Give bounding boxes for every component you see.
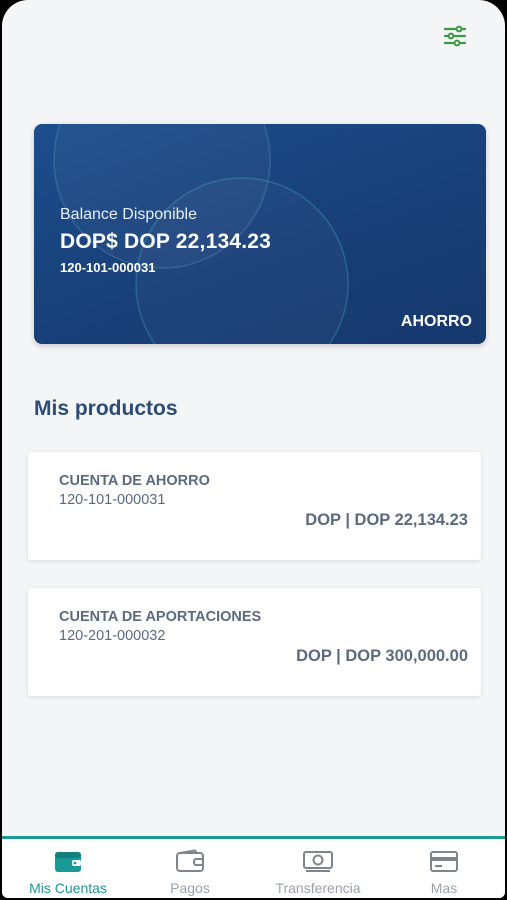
phone-frame: Balance Disponible DOP$ DOP 22,134.23 12…: [0, 0, 507, 900]
filter-button[interactable]: [440, 22, 470, 50]
nav-mis-cuentas[interactable]: Mis Cuentas: [10, 839, 126, 898]
account-type-badge: AHORRO: [400, 313, 472, 330]
nav-pagos[interactable]: Pagos: [138, 839, 242, 898]
nav-mas[interactable]: Mas: [394, 839, 494, 898]
balance-amount: DOP$ DOP 22,134.23: [60, 230, 272, 253]
bottom-nav: Mis Cuentas Pagos Transferencia Mas: [2, 836, 505, 898]
nav-label: Mas: [430, 880, 458, 896]
app-screen: Balance Disponible DOP$ DOP 22,134.23 12…: [2, 0, 505, 898]
balance-card[interactable]: Balance Disponible DOP$ DOP 22,134.23 12…: [34, 124, 486, 344]
balance-label: Balance Disponible: [60, 206, 197, 223]
products-title: Mis productos: [34, 397, 178, 420]
product-name: CUENTA DE AHORRO: [59, 473, 210, 489]
nav-transferencia[interactable]: Transferencia: [260, 839, 376, 898]
nav-label: Mis Cuentas: [29, 880, 107, 896]
wallet-outline-icon: [176, 849, 204, 872]
money-icon: [303, 851, 333, 872]
nav-label: Transferencia: [275, 880, 361, 896]
wallet-icon: [55, 852, 81, 872]
product-number: 120-201-000032: [59, 628, 166, 644]
product-card-ahorro[interactable]: CUENTA DE AHORRO 120-101-000031 DOP | DO…: [28, 452, 481, 560]
product-card-aportaciones[interactable]: CUENTA DE APORTACIONES 120-201-000032 DO…: [28, 588, 481, 696]
balance-account-number: 120-101-000031: [60, 260, 156, 275]
nav-label: Pagos: [170, 880, 210, 896]
product-name: CUENTA DE APORTACIONES: [59, 609, 262, 625]
product-balance: DOP | DOP 300,000.00: [296, 647, 468, 665]
card-icon: [430, 851, 458, 872]
product-number: 120-101-000031: [59, 492, 166, 508]
sliders-icon: [443, 25, 467, 47]
product-balance: DOP | DOP 22,134.23: [305, 511, 468, 529]
